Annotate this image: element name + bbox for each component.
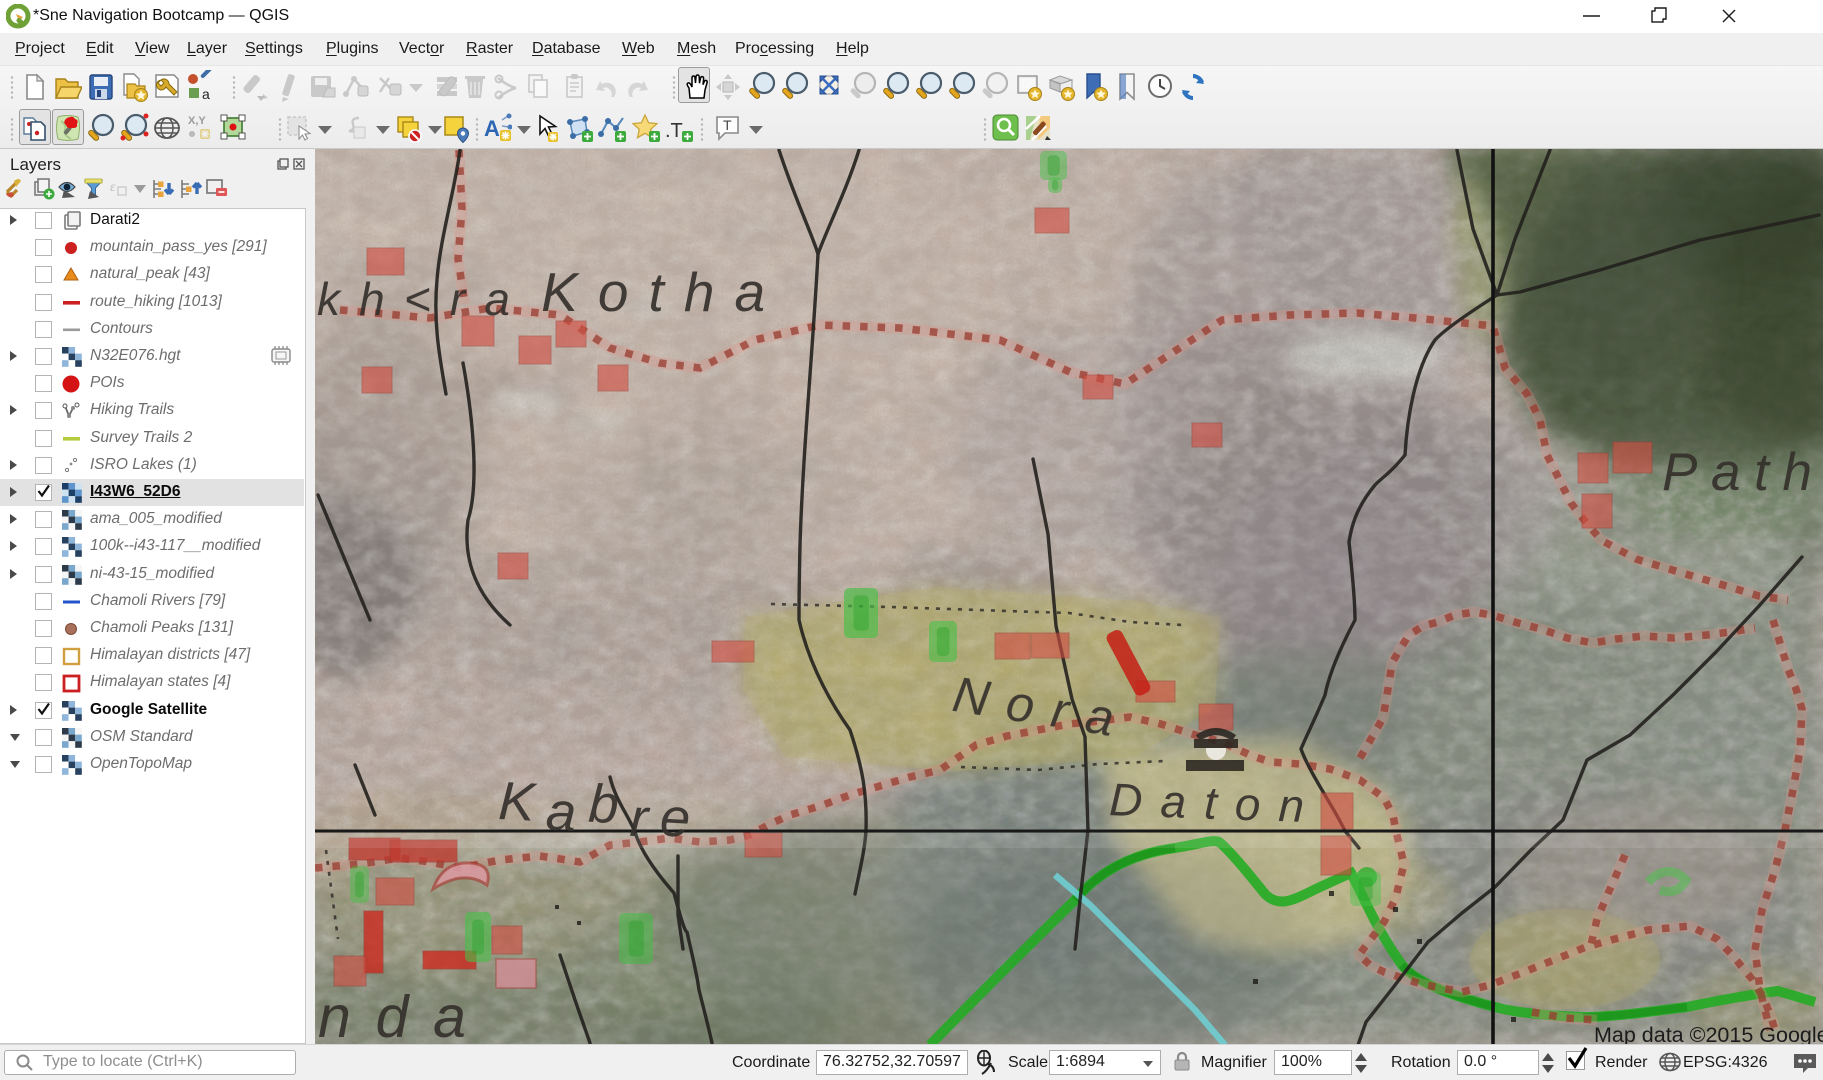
svg-text:a: a [202,86,210,102]
svg-text:.T: .T [665,120,683,142]
svg-text:ε: ε [110,180,116,195]
svg-text:X,Y: X,Y [188,115,206,127]
svg-text:A: A [484,116,500,141]
svg-text:nda: nda [318,984,470,1044]
svg-text:T: T [723,117,732,133]
svg-text:Path: Path [1662,443,1822,502]
svg-text:Map data ©2015 Google: Map data ©2015 Google [1594,1023,1823,1044]
svg-text:Daton: Daton [1108,773,1310,832]
